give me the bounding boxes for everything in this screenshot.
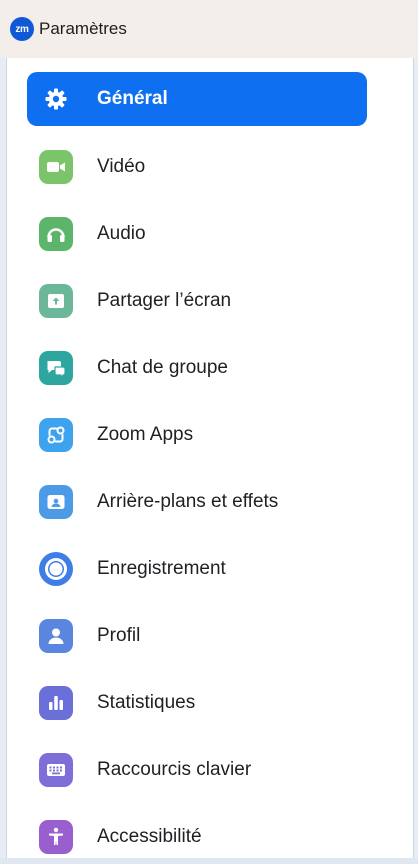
apps-icon xyxy=(39,418,73,452)
sidebar-item-label: Statistiques xyxy=(97,692,196,713)
sidebar-item-video[interactable]: Vidéo xyxy=(27,140,367,194)
sidebar-item-recording[interactable]: Enregistrement xyxy=(27,542,367,596)
sidebar-item-label: Partager l’écran xyxy=(97,290,232,311)
sidebar-item-share-screen[interactable]: Partager l’écran xyxy=(27,274,367,328)
title-bar: zm Paramètres xyxy=(0,0,418,58)
settings-sidebar: Général Vidéo Audio Partager l’écran Cha… xyxy=(6,58,414,858)
background-icon xyxy=(39,485,73,519)
gear-icon xyxy=(39,82,73,116)
sidebar-item-label: Vidéo xyxy=(97,156,146,177)
sidebar-item-label: Accessibilité xyxy=(97,826,202,847)
sidebar-item-keyboard-shortcuts[interactable]: Raccourcis clavier xyxy=(27,743,367,797)
sidebar-item-audio[interactable]: Audio xyxy=(27,207,367,261)
window-title: Paramètres xyxy=(39,19,127,38)
sidebar-item-label: Raccourcis clavier xyxy=(97,759,252,780)
sidebar-item-label: Enregistrement xyxy=(97,558,226,579)
sidebar-item-label: Arrière-plans et effets xyxy=(97,491,279,512)
statistics-icon xyxy=(39,686,73,720)
sidebar-item-group-chat[interactable]: Chat de groupe xyxy=(27,341,367,395)
settings-window: zm Paramètres Général Vidéo Audio Partag… xyxy=(0,0,418,858)
sidebar-item-profile[interactable]: Profil xyxy=(27,609,367,663)
sidebar-item-label: Chat de groupe xyxy=(97,357,228,378)
sidebar-item-label: Profil xyxy=(97,625,141,646)
sidebar-item-label: Général xyxy=(97,88,168,109)
chat-icon xyxy=(39,351,73,385)
sidebar-item-general[interactable]: Général xyxy=(27,72,367,126)
share-screen-icon xyxy=(39,284,73,318)
sidebar-item-label: Audio xyxy=(97,223,146,244)
profile-icon xyxy=(39,619,73,653)
zoom-logo-icon: zm xyxy=(10,17,34,41)
sidebar-item-zoom-apps[interactable]: Zoom Apps xyxy=(27,408,367,462)
sidebar-item-backgrounds[interactable]: Arrière-plans et effets xyxy=(27,475,367,529)
sidebar-item-label: Zoom Apps xyxy=(97,424,194,445)
sidebar-item-statistics[interactable]: Statistiques xyxy=(27,676,367,730)
record-icon xyxy=(39,552,73,586)
video-camera-icon xyxy=(39,150,73,184)
sidebar-item-accessibility[interactable]: Accessibilité xyxy=(27,810,367,864)
keyboard-icon xyxy=(39,753,73,787)
headphones-icon xyxy=(39,217,73,251)
accessibility-icon xyxy=(39,820,73,854)
